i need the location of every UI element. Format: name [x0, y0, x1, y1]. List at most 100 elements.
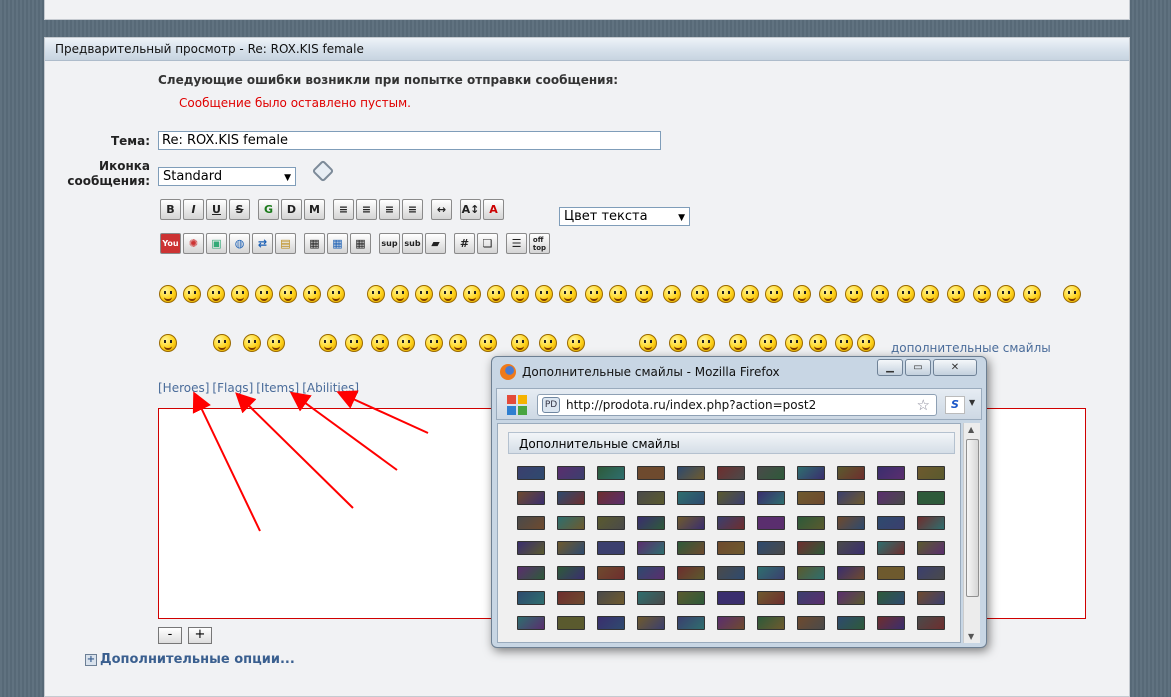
hero-smiley-thumbnail[interactable]: [797, 516, 825, 530]
smiley-icon[interactable]: [691, 285, 709, 303]
text-color-select[interactable]: Цвет текста ▼: [559, 207, 690, 226]
hero-smiley-thumbnail[interactable]: [677, 616, 705, 630]
hero-smiley-thumbnail[interactable]: [517, 541, 545, 555]
hero-smiley-thumbnail[interactable]: [677, 566, 705, 580]
underline-button[interactable]: U: [206, 199, 227, 220]
italic-button[interactable]: I: [183, 199, 204, 220]
smiley-icon[interactable]: [449, 334, 467, 352]
hero-smiley-thumbnail[interactable]: [677, 491, 705, 505]
hero-smiley-thumbnail[interactable]: [557, 566, 585, 580]
hero-smiley-thumbnail[interactable]: [757, 466, 785, 480]
smiley-icon[interactable]: [511, 285, 529, 303]
smiley-icon[interactable]: [669, 334, 687, 352]
hero-smiley-thumbnail[interactable]: [757, 591, 785, 605]
hero-smiley-thumbnail[interactable]: [797, 491, 825, 505]
smiley-icon[interactable]: [973, 285, 991, 303]
smiley-icon[interactable]: [279, 285, 297, 303]
smiley-icon[interactable]: [415, 285, 433, 303]
hero-smiley-thumbnail[interactable]: [837, 616, 865, 630]
smiley-icon[interactable]: [535, 285, 553, 303]
hero-smiley-thumbnail[interactable]: [877, 491, 905, 505]
table-row-button[interactable]: ▦: [327, 233, 348, 254]
message-icon-select[interactable]: Standard ▼: [158, 167, 296, 186]
heroes-link[interactable]: [Heroes]: [158, 381, 209, 395]
smiley-icon[interactable]: [243, 334, 261, 352]
hero-smiley-thumbnail[interactable]: [797, 466, 825, 480]
hero-smiley-thumbnail[interactable]: [877, 616, 905, 630]
hero-smiley-thumbnail[interactable]: [877, 516, 905, 530]
hero-smiley-thumbnail[interactable]: [597, 591, 625, 605]
more-options-toggle[interactable]: + Дополнительные опции...: [85, 652, 295, 667]
hero-smiley-thumbnail[interactable]: [917, 466, 945, 480]
youtube-button[interactable]: You: [160, 233, 181, 254]
hero-smiley-thumbnail[interactable]: [597, 616, 625, 630]
hero-smiley-thumbnail[interactable]: [597, 541, 625, 555]
hero-smiley-thumbnail[interactable]: [637, 616, 665, 630]
hero-smiley-thumbnail[interactable]: [837, 516, 865, 530]
hero-smiley-thumbnail[interactable]: [757, 566, 785, 580]
addon-icon[interactable]: S: [945, 396, 965, 414]
hero-smiley-thumbnail[interactable]: [917, 491, 945, 505]
smiley-icon[interactable]: [159, 334, 177, 352]
hero-smiley-thumbnail[interactable]: [717, 616, 745, 630]
hero-smiley-thumbnail[interactable]: [677, 516, 705, 530]
hero-smiley-thumbnail[interactable]: [797, 616, 825, 630]
smiley-icon[interactable]: [759, 334, 777, 352]
smiley-icon[interactable]: [159, 285, 177, 303]
hero-smiley-thumbnail[interactable]: [557, 466, 585, 480]
smiley-icon[interactable]: [835, 334, 853, 352]
smiley-icon[interactable]: [717, 285, 735, 303]
hero-smiley-thumbnail[interactable]: [637, 566, 665, 580]
hero-smiley-thumbnail[interactable]: [837, 566, 865, 580]
smiley-icon[interactable]: [397, 334, 415, 352]
smiley-icon[interactable]: [609, 285, 627, 303]
hero-smiley-thumbnail[interactable]: [717, 516, 745, 530]
hero-smiley-thumbnail[interactable]: [517, 616, 545, 630]
chevron-down-icon[interactable]: ▼: [969, 398, 975, 407]
scroll-up-icon[interactable]: ▲: [968, 425, 974, 434]
hero-smiley-thumbnail[interactable]: [637, 516, 665, 530]
hero-smiley-thumbnail[interactable]: [917, 541, 945, 555]
hero-smiley-thumbnail[interactable]: [677, 466, 705, 480]
smiley-icon[interactable]: [487, 285, 505, 303]
smiley-icon[interactable]: [327, 285, 345, 303]
smiley-icon[interactable]: [463, 285, 481, 303]
minimize-button[interactable]: ▁: [877, 359, 903, 376]
hero-smiley-thumbnail[interactable]: [837, 591, 865, 605]
hero-smiley-thumbnail[interactable]: [597, 566, 625, 580]
smiley-icon[interactable]: [921, 285, 939, 303]
hero-smiley-thumbnail[interactable]: [837, 466, 865, 480]
smiley-icon[interactable]: [255, 285, 273, 303]
hero-smiley-thumbnail[interactable]: [557, 516, 585, 530]
items-link[interactable]: [Items]: [256, 381, 299, 395]
link-button[interactable]: ◍: [229, 233, 250, 254]
flags-link[interactable]: [Flags]: [212, 381, 253, 395]
smiley-icon[interactable]: [367, 285, 385, 303]
smiley-icon[interactable]: [303, 285, 321, 303]
smiley-icon[interactable]: [845, 285, 863, 303]
smiley-icon[interactable]: [785, 334, 803, 352]
font-size-button[interactable]: A↕: [460, 199, 481, 220]
smiley-icon[interactable]: [729, 334, 747, 352]
align-center2-button[interactable]: ≡: [379, 199, 400, 220]
shrink-textarea-button[interactable]: -: [158, 627, 182, 644]
smiley-icon[interactable]: [663, 285, 681, 303]
smiley-icon[interactable]: [231, 285, 249, 303]
hero-smiley-thumbnail[interactable]: [517, 491, 545, 505]
abilities-link[interactable]: [Abilities]: [302, 381, 359, 395]
hero-smiley-thumbnail[interactable]: [557, 616, 585, 630]
smiley-icon[interactable]: [793, 285, 811, 303]
smiley-icon[interactable]: [425, 334, 443, 352]
hero-smiley-thumbnail[interactable]: [597, 516, 625, 530]
hero-smiley-thumbnail[interactable]: [837, 491, 865, 505]
smiley-icon[interactable]: [319, 334, 337, 352]
smiley-icon[interactable]: [765, 285, 783, 303]
hero-smiley-thumbnail[interactable]: [597, 466, 625, 480]
apps-icon[interactable]: [507, 395, 527, 415]
smiley-icon[interactable]: [871, 285, 889, 303]
smiley-icon[interactable]: [897, 285, 915, 303]
hero-smiley-thumbnail[interactable]: [717, 541, 745, 555]
url-bar[interactable]: PD http://prodota.ru/index.php?action=po…: [537, 394, 937, 416]
hero-smiley-thumbnail[interactable]: [517, 516, 545, 530]
align-left-button[interactable]: ≡: [333, 199, 354, 220]
